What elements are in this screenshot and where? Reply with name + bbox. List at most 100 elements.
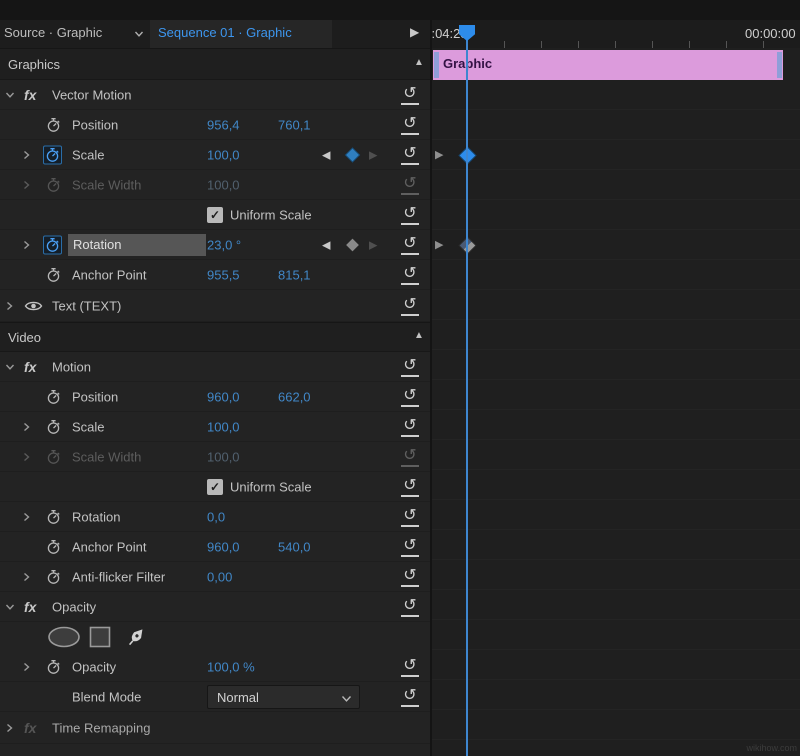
effect-title[interactable]: Text (TEXT) <box>52 298 121 313</box>
eye-icon[interactable] <box>24 299 43 312</box>
tab-sequence-graphic[interactable]: Sequence 01 · Graphic <box>150 20 332 48</box>
reset-icon[interactable]: ↺ <box>401 687 419 707</box>
reset-icon[interactable]: ↺ <box>401 657 419 677</box>
param-value[interactable]: 100,0 % <box>207 659 255 674</box>
stopwatch-icon[interactable] <box>44 387 63 406</box>
twirl-open-icon[interactable] <box>5 362 15 372</box>
clip-right-handle[interactable] <box>777 52 782 78</box>
param-value-x[interactable]: 955,5 <box>207 267 240 282</box>
reset-icon[interactable]: ↺ <box>401 597 419 617</box>
uniform-scale-checkbox[interactable]: ✓ <box>207 479 223 495</box>
param-value-y[interactable]: 662,0 <box>278 389 311 404</box>
stopwatch-icon[interactable] <box>44 115 63 134</box>
add-keyframe-icon[interactable] <box>346 238 359 251</box>
effect-title[interactable]: Time Remapping <box>52 720 151 735</box>
section-header-video: Video ▲ <box>0 322 430 352</box>
stopwatch-icon[interactable] <box>44 507 63 526</box>
prev-keyframe-icon[interactable]: ◀ <box>322 238 330 251</box>
stopwatch-icon[interactable] <box>44 265 63 284</box>
next-keyframe-icon[interactable]: ▶ <box>369 148 377 161</box>
reset-icon[interactable]: ↺ <box>401 357 419 377</box>
reset-icon[interactable]: ↺ <box>401 85 419 105</box>
playhead-line[interactable] <box>466 26 468 756</box>
param-value-x[interactable]: 956,4 <box>207 117 240 132</box>
param-label: Position <box>72 389 118 404</box>
reset-icon[interactable]: ↺ <box>401 537 419 557</box>
reset-icon[interactable]: ↺ <box>401 417 419 437</box>
next-keyframe-icon[interactable]: ▶ <box>369 238 377 251</box>
param-label: Blend Mode <box>72 689 141 704</box>
panel-menu-arrow-icon[interactable]: ▶ <box>410 25 419 39</box>
twirl-open-icon[interactable] <box>5 602 15 612</box>
reset-icon: ↺ <box>401 447 419 467</box>
uniform-scale-checkbox[interactable]: ✓ <box>207 207 223 223</box>
param-label-selected[interactable]: Rotation <box>68 234 206 256</box>
effect-title[interactable]: Vector Motion <box>52 87 132 102</box>
chevron-down-icon[interactable] <box>134 30 144 38</box>
twirl-open-icon[interactable] <box>5 90 15 100</box>
effect-controls-panel: Source · Graphic Sequence 01 · Graphic ▶… <box>0 20 430 756</box>
twirl-closed-icon[interactable] <box>22 572 31 582</box>
reset-icon[interactable]: ↺ <box>401 265 419 285</box>
param-value-y[interactable]: 760,1 <box>278 117 311 132</box>
ellipse-mask-icon[interactable] <box>46 625 82 649</box>
lane-keyframe-arrow-icon[interactable]: ▶ <box>435 238 443 251</box>
prev-keyframe-icon[interactable]: ◀ <box>322 148 330 161</box>
param-row-motion-scale-width: Scale Width 100,0 ↺ <box>0 442 430 472</box>
twirl-closed-icon[interactable] <box>22 662 31 672</box>
stopwatch-icon[interactable] <box>44 537 63 556</box>
twirl-closed-icon[interactable] <box>22 452 31 462</box>
reset-icon: ↺ <box>401 175 419 195</box>
stopwatch-icon-active[interactable] <box>43 235 62 254</box>
reset-icon[interactable]: ↺ <box>401 205 419 225</box>
blend-mode-dropdown[interactable]: Normal <box>207 685 360 709</box>
tab-source-graphic[interactable]: Source · Graphic <box>4 25 102 40</box>
clip-bar-graphic[interactable]: Graphic <box>433 50 783 80</box>
stopwatch-icon[interactable] <box>44 657 63 676</box>
stopwatch-icon-active[interactable] <box>43 145 62 164</box>
reset-icon[interactable]: ↺ <box>401 145 419 165</box>
collapse-triangle-icon[interactable]: ▲ <box>414 57 424 68</box>
twirl-closed-icon[interactable] <box>22 512 31 522</box>
stopwatch-icon[interactable] <box>44 417 63 436</box>
param-value-y[interactable]: 815,1 <box>278 267 311 282</box>
effect-title[interactable]: Motion <box>52 359 91 374</box>
reset-icon[interactable]: ↺ <box>401 477 419 497</box>
reset-icon[interactable]: ↺ <box>401 567 419 587</box>
param-value[interactable]: 100,0 <box>207 419 240 434</box>
twirl-closed-icon[interactable] <box>5 301 14 311</box>
twirl-closed-icon[interactable] <box>22 150 31 160</box>
reset-icon[interactable]: ↺ <box>401 387 419 407</box>
time-ruler[interactable]: 00:04:23 00:00:00 <box>432 20 800 48</box>
reset-icon[interactable]: ↺ <box>401 507 419 527</box>
param-value-x[interactable]: 960,0 <box>207 389 240 404</box>
twirl-closed-icon[interactable] <box>22 422 31 432</box>
lane-keyframe-arrow-icon[interactable]: ▶ <box>435 148 443 161</box>
reset-icon[interactable]: ↺ <box>401 115 419 135</box>
twirl-closed-icon[interactable] <box>22 180 31 190</box>
twirl-closed-icon[interactable] <box>5 723 14 733</box>
rectangle-mask-icon[interactable] <box>88 625 112 649</box>
param-row-motion-rotation: Rotation 0,0 ↺ <box>0 502 430 532</box>
param-label: Anchor Point <box>72 267 146 282</box>
param-value-x[interactable]: 960,0 <box>207 539 240 554</box>
param-value[interactable]: 23,0 ° <box>207 237 241 252</box>
add-keyframe-icon[interactable] <box>346 148 359 161</box>
stopwatch-icon[interactable] <box>44 567 63 586</box>
param-value[interactable]: 100,0 <box>207 147 240 162</box>
param-value[interactable]: 0,00 <box>207 569 232 584</box>
param-row-motion-uniform-scale: ✓ Uniform Scale ↺ <box>0 472 430 502</box>
effect-title[interactable]: Opacity <box>52 599 96 614</box>
twirl-closed-icon[interactable] <box>22 240 31 250</box>
reset-icon[interactable]: ↺ <box>401 235 419 255</box>
timecode-end: 00:00:00 <box>745 26 796 41</box>
active-tab-label: Sequence 01 · Graphic <box>158 25 292 40</box>
effect-row-text-layer: Text (TEXT) ↺ <box>0 290 430 322</box>
clip-left-handle[interactable] <box>434 52 439 78</box>
collapse-triangle-icon[interactable]: ▲ <box>414 330 424 341</box>
pen-mask-icon[interactable] <box>124 625 148 649</box>
reset-icon[interactable]: ↺ <box>401 296 419 316</box>
param-value[interactable]: 0,0 <box>207 509 225 524</box>
param-value-y[interactable]: 540,0 <box>278 539 311 554</box>
param-row-vm-position: Position 956,4 760,1 ↺ <box>0 110 430 140</box>
